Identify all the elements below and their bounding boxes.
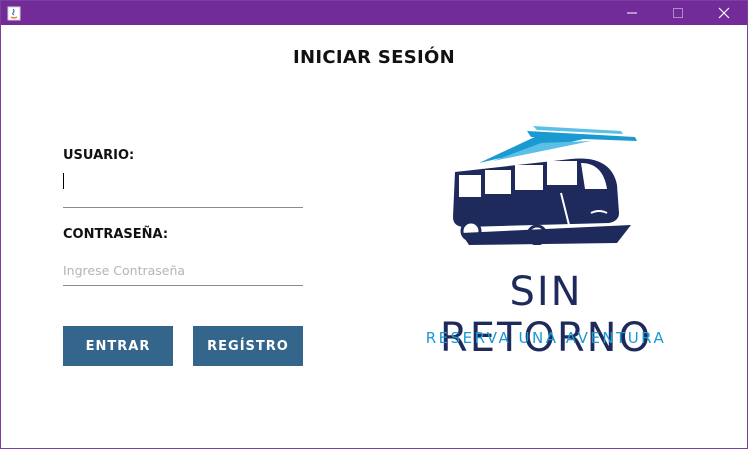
minimize-icon — [627, 12, 637, 14]
text-caret — [63, 173, 64, 189]
login-window: INICIAR SESIÓN USUARIO: CONTRASEÑA: Ingr… — [0, 0, 748, 449]
bus-icon — [453, 126, 637, 245]
page-title: INICIAR SESIÓN — [293, 47, 455, 68]
brand-slogan: RESERVA UNA AVENTURA — [425, 329, 667, 347]
enter-button[interactable]: ENTRAR — [63, 326, 173, 366]
close-button[interactable] — [701, 1, 747, 25]
maximize-icon — [673, 8, 683, 18]
brand-name: SIN RETORNO — [439, 269, 653, 361]
login-panel: INICIAR SESIÓN USUARIO: CONTRASEÑA: Ingr… — [1, 25, 747, 449]
close-icon — [718, 7, 730, 19]
title-bar[interactable] — [1, 1, 747, 25]
password-label: CONTRASEÑA: — [63, 227, 169, 242]
username-label: USUARIO: — [63, 148, 135, 163]
maximize-button[interactable] — [655, 1, 701, 25]
username-input[interactable] — [63, 179, 303, 208]
password-placeholder: Ingrese Contraseña — [63, 263, 186, 278]
register-button[interactable]: REGÍSTRO — [193, 326, 303, 366]
java-app-icon — [7, 6, 21, 21]
minimize-button[interactable] — [609, 1, 655, 25]
